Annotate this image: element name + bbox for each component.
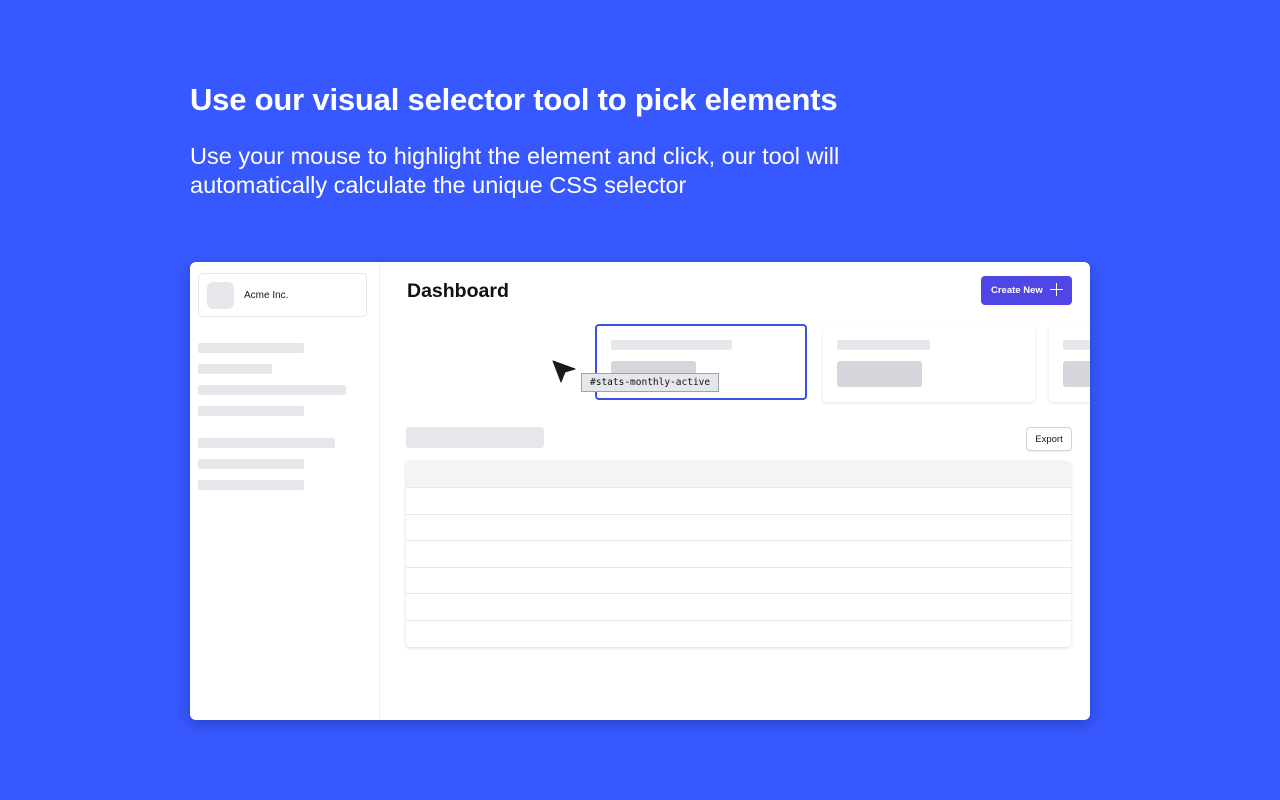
- table-row[interactable]: [406, 515, 1071, 542]
- stat-label-placeholder: [611, 340, 732, 350]
- create-new-label: Create New: [991, 285, 1043, 296]
- selector-tooltip: #stats-monthly-active: [581, 373, 719, 392]
- sidebar: Acme Inc.: [190, 262, 380, 720]
- stat-label-placeholder: [1063, 340, 1090, 350]
- sidebar-nav-placeholder[interactable]: [198, 364, 272, 374]
- hero-subtitle: Use your mouse to highlight the element …: [190, 142, 950, 200]
- org-switcher[interactable]: Acme Inc.: [198, 273, 367, 317]
- sidebar-nav-placeholder[interactable]: [198, 385, 346, 395]
- cursor-arrow-icon: [551, 359, 577, 385]
- create-new-button[interactable]: Create New: [981, 276, 1072, 305]
- page-title: Dashboard: [407, 280, 509, 303]
- plus-icon: [1050, 283, 1063, 296]
- app-preview-window: Acme Inc. Dashboard Create New Export: [190, 262, 1090, 720]
- export-button[interactable]: Export: [1026, 427, 1072, 451]
- table-row[interactable]: [406, 488, 1071, 515]
- sidebar-nav-placeholder[interactable]: [198, 480, 304, 490]
- sidebar-nav-placeholder[interactable]: [198, 438, 335, 448]
- stat-card[interactable]: [823, 326, 1035, 402]
- table-row[interactable]: [406, 568, 1071, 595]
- sidebar-nav-placeholder[interactable]: [198, 406, 304, 416]
- org-logo: [207, 282, 234, 309]
- stat-value-placeholder: [1063, 361, 1090, 387]
- stat-label-placeholder: [837, 340, 930, 350]
- hero-title: Use our visual selector tool to pick ele…: [190, 82, 837, 118]
- table-row[interactable]: [406, 541, 1071, 568]
- stat-value-placeholder: [837, 361, 922, 387]
- sidebar-nav-placeholder[interactable]: [198, 343, 304, 353]
- org-name: Acme Inc.: [244, 290, 288, 301]
- sidebar-nav-placeholder[interactable]: [198, 459, 304, 469]
- table-row[interactable]: [406, 594, 1071, 621]
- table-header: [406, 461, 1071, 488]
- table-row[interactable]: [406, 621, 1071, 648]
- stat-card[interactable]: [1049, 326, 1090, 402]
- section-title-placeholder: [406, 427, 544, 448]
- data-table: [406, 461, 1071, 647]
